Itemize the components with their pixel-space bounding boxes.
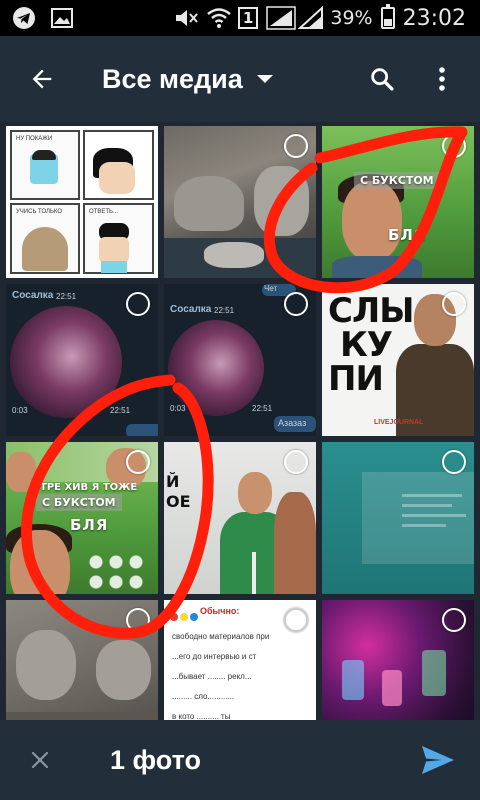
sign-text: Й ОЕ (166, 472, 191, 511)
chat-chip: Чет (264, 284, 278, 293)
meme-caption: С БУКСТОМ (36, 494, 122, 511)
battery-percent: 39% (330, 7, 373, 29)
comic-panel: ОТВЕТЬ... (83, 203, 154, 274)
doc-heading: Обычно: (200, 606, 240, 616)
cancel-selection-button[interactable] (20, 740, 60, 780)
comic-panel (83, 130, 154, 200)
send-icon (422, 746, 454, 774)
media-thumbnail[interactable]: С БУКСТОМ БЛЯ (322, 126, 474, 278)
chat-name: Сосалка (170, 304, 212, 315)
close-icon (31, 751, 49, 769)
meme-caption: БЛЯ (388, 226, 427, 244)
cat-image (254, 166, 309, 236)
status-bar: 1 39% 23:02 (0, 0, 480, 36)
select-checkbox[interactable] (442, 450, 466, 474)
doc-line: ...его до интервью и ст (172, 652, 257, 661)
signal-icon (266, 6, 297, 30)
comic-panel: УЧИСЬ ТОЛЬКО (10, 203, 80, 274)
poster-logo: LIVEJOURNAL (374, 419, 424, 426)
battery-icon (380, 4, 395, 29)
page-title: Все медиа (102, 63, 243, 94)
drink-image (342, 660, 364, 700)
media-thumbnail[interactable]: НУ ПОКАЖИ УЧИСЬ ТОЛЬКО ОТВЕТЬ... (6, 126, 158, 278)
comic-text: ОТВЕТЬ... (89, 209, 118, 215)
face-image (342, 181, 402, 261)
more-vert-icon (439, 67, 445, 91)
person-image (396, 294, 474, 436)
select-checkbox[interactable] (126, 450, 150, 474)
video-duration: 0:03 (170, 404, 186, 413)
doc-line: свободно материалов при (172, 632, 270, 641)
send-button[interactable] (416, 738, 460, 782)
select-checkbox[interactable] (126, 608, 150, 632)
face-image (10, 530, 70, 594)
gallery-icon (50, 6, 74, 30)
chat-name: Сосалка (12, 290, 54, 301)
media-filter-dropdown[interactable]: Все медиа (102, 64, 273, 95)
select-checkbox[interactable] (284, 134, 308, 158)
media-thumbnail[interactable]: ТРЕ ХИВ Я ТОЖЕ С БУКСТОМ БЛЯ (6, 442, 158, 594)
document-preview (362, 472, 474, 564)
cat-image (16, 630, 76, 700)
select-checkbox[interactable] (442, 292, 466, 316)
meme-caption: ТРЕ ХИВ Я ТОЖЕ (40, 482, 138, 493)
back-button[interactable] (22, 59, 62, 99)
select-checkbox[interactable] (442, 134, 466, 158)
selected-count: 1 фото (110, 744, 201, 775)
media-thumbnail[interactable]: Й ОЕ (164, 442, 316, 594)
select-checkbox[interactable] (442, 608, 466, 632)
clock: 23:02 (402, 5, 466, 31)
bottom-selection-bar: 1 фото (0, 720, 480, 800)
more-options-button[interactable] (422, 59, 462, 99)
media-thumbnail[interactable]: Сосалка 22:51 0:03 22:51 (6, 284, 158, 436)
comic-text: НУ ПОКАЖИ (16, 136, 53, 142)
meme-caption: С БУКСТОМ (354, 172, 440, 189)
signal-icon (297, 5, 324, 30)
message-text: Азазаз (278, 418, 307, 428)
media-thumbnail[interactable] (164, 126, 316, 278)
media-grid: НУ ПОКАЖИ УЧИСЬ ТОЛЬКО ОТВЕТЬ... С БУКСТ… (6, 126, 474, 752)
media-thumbnail[interactable] (322, 442, 474, 594)
select-checkbox[interactable] (126, 292, 150, 316)
wifi-icon (206, 6, 231, 30)
message-time: 22:51 (214, 306, 235, 315)
message-time: 22:51 (56, 292, 77, 301)
doc-line: ...бывает ........ рекл... (172, 672, 252, 681)
video-message-image (168, 320, 264, 416)
video-message-image (10, 306, 122, 418)
search-button[interactable] (362, 59, 402, 99)
media-thumbnail[interactable]: Чет Сосалка 22:51 0:03 22:51 Азазаз (164, 284, 316, 436)
select-checkbox[interactable] (284, 608, 308, 632)
doc-line: ......... сло............ (172, 692, 235, 701)
cat-image (174, 176, 244, 231)
message-time: 22:51 (110, 406, 131, 415)
chevron-down-icon (256, 75, 273, 83)
media-thumbnail[interactable]: СЛЫ КУ ПИ LIVEJOURNAL (322, 284, 474, 436)
comic-text: УЧИСЬ ТОЛЬКО (16, 209, 63, 215)
arrow-left-icon (32, 69, 52, 89)
sim-indicator: 1 (237, 7, 259, 29)
video-duration: 0:03 (12, 406, 28, 415)
telegram-icon (12, 6, 36, 30)
top-toolbar: Все медиа (0, 36, 480, 122)
message-time: 22:51 (252, 404, 273, 413)
select-checkbox[interactable] (284, 292, 308, 316)
comic-panel: НУ ПОКАЖИ (10, 130, 80, 200)
search-icon (371, 68, 394, 91)
select-checkbox[interactable] (284, 450, 308, 474)
meme-caption: БЛЯ (70, 516, 109, 534)
mute-icon (174, 6, 198, 30)
